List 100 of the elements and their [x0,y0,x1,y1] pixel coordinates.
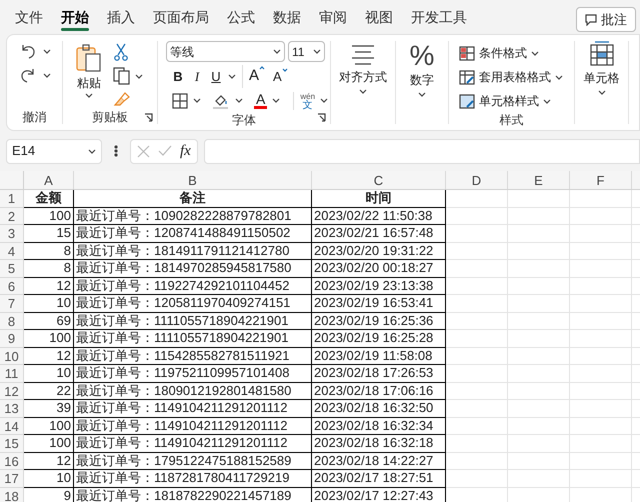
column-header[interactable]: B [74,171,312,189]
row-header[interactable]: 15 [0,435,24,452]
column-header[interactable]: A [24,171,74,189]
font-color-button[interactable]: A [254,92,268,109]
increase-font-button[interactable]: A [242,65,264,88]
dialog-launcher-icon[interactable] [317,113,326,122]
row-header[interactable]: 11 [0,365,24,382]
table-cell: 8 [24,260,74,278]
row-header[interactable]: 14 [0,418,24,435]
empty-cell [446,190,508,208]
column-title: 金额 [24,190,74,208]
caret-icon[interactable] [273,49,281,54]
row-header[interactable]: 5 [0,260,24,278]
ribbon-tab[interactable]: 开发工具 [402,2,476,32]
ribbon-tab[interactable]: 视图 [356,2,402,32]
insert-function-button[interactable]: fx [180,140,191,162]
caret-icon [85,93,93,98]
row-header[interactable]: 4 [0,242,24,260]
row-header[interactable]: 12 [0,382,24,400]
brush-icon[interactable] [113,91,131,107]
row-header[interactable]: 6 [0,278,24,295]
caret-icon[interactable] [42,72,50,78]
caret-down-icon[interactable] [282,68,288,72]
column-header[interactable]: C [312,171,446,189]
table-cell: 最近订单号：1205811970409274151 [74,295,312,312]
caret-up-icon[interactable] [259,66,266,70]
borders-icon[interactable] [172,92,188,108]
scissors-icon[interactable] [113,43,129,61]
column-header[interactable]: F [570,171,632,189]
table-cell: 12 [24,348,74,365]
row-header[interactable]: 8 [0,312,24,330]
table-cell: 2023/02/22 11:50:38 [312,208,446,225]
ribbon-tab[interactable]: 审阅 [310,2,356,32]
caret-icon[interactable] [272,98,280,103]
table-cell: 2023/02/19 16:25:36 [312,312,446,330]
check-icon[interactable] [158,145,172,157]
table-cell: 最近订单号：1111055718904221901 [74,312,312,330]
caret-icon[interactable] [135,74,143,78]
row-header[interactable]: 3 [0,225,24,242]
row-header[interactable]: 2 [0,208,24,225]
copy-icon[interactable] [113,67,131,85]
column-header[interactable]: E [508,171,570,189]
caret-icon[interactable] [42,48,50,54]
font-name-dropdown[interactable]: 等线 [166,41,285,62]
bold-button[interactable]: B [172,66,184,86]
empty-cell [508,225,570,242]
table-cell: 2023/02/18 17:26:53 [312,365,446,382]
styles-menu-button[interactable]: 条件格式 [459,43,574,63]
column-header[interactable]: D [446,171,508,189]
dialog-launcher-icon[interactable] [144,113,153,122]
row-header[interactable]: 7 [0,295,24,312]
styles-menu-button[interactable]: 套用表格格式 [459,67,574,87]
ribbon-tab[interactable]: 页面布局 [144,2,218,32]
row-header[interactable]: 13 [0,400,24,418]
number-format-button[interactable]: 数字 [410,71,434,97]
paste-button[interactable]: 粘贴 [75,41,103,108]
table-cell: 10 [24,470,74,488]
formula-input[interactable] [204,138,640,164]
redo-icon[interactable] [18,67,36,83]
row-header[interactable]: 18 [0,488,24,502]
row-header[interactable]: 10 [0,348,24,365]
caret-icon[interactable] [228,74,236,79]
align-lines-icon[interactable] [350,43,376,65]
decrease-font-button[interactable]: A [273,66,286,86]
empty-cell [508,312,570,330]
font-size-dropdown[interactable]: 11 [288,41,325,62]
caret-icon[interactable] [193,98,201,103]
table-cell: 2023/02/19 23:13:38 [312,278,446,295]
empty-cell [508,330,570,348]
caret-icon[interactable] [235,98,243,103]
ribbon-tab[interactable]: 数据 [264,2,310,32]
underline-button[interactable]: U [210,66,222,86]
caret-icon[interactable] [88,148,96,154]
empty-cell [508,295,570,312]
cells-button[interactable]: 单元格 [584,69,620,95]
more-options-icon[interactable] [114,145,118,157]
caret-icon[interactable] [313,49,321,54]
table-cell: 最近订单号：1809012192801481580 [74,382,312,400]
row-header[interactable]: 16 [0,452,24,470]
row-header[interactable]: 9 [0,330,24,348]
row-header[interactable]: 1 [0,190,24,208]
ribbon-tab[interactable]: 公式 [218,2,264,32]
alignment-button[interactable]: 对齐方式 [339,68,387,94]
table-cell: 2023/02/18 16:32:50 [312,400,446,418]
name-box[interactable]: E14 [6,138,102,164]
group-label: 字体 [232,112,256,126]
ribbon-tab[interactable]: 文件 [6,2,52,32]
ribbon-tab[interactable]: 插入 [98,2,144,32]
ribbon-tab[interactable]: 开始 [52,2,98,32]
cells-grid-icon[interactable] [588,41,614,67]
empty-cell [508,348,570,365]
group-label: 剪贴板 [92,109,128,124]
caret-icon[interactable] [320,98,328,103]
empty-cell [508,400,570,418]
fill-bucket-icon[interactable] [212,92,230,108]
comment-button[interactable]: 批注 [576,7,636,32]
styles-menu-button[interactable]: 单元格样式 [459,91,574,111]
row-header[interactable]: 17 [0,470,24,488]
speech-bubble-icon [585,14,597,26]
italic-button[interactable]: I [190,66,204,86]
